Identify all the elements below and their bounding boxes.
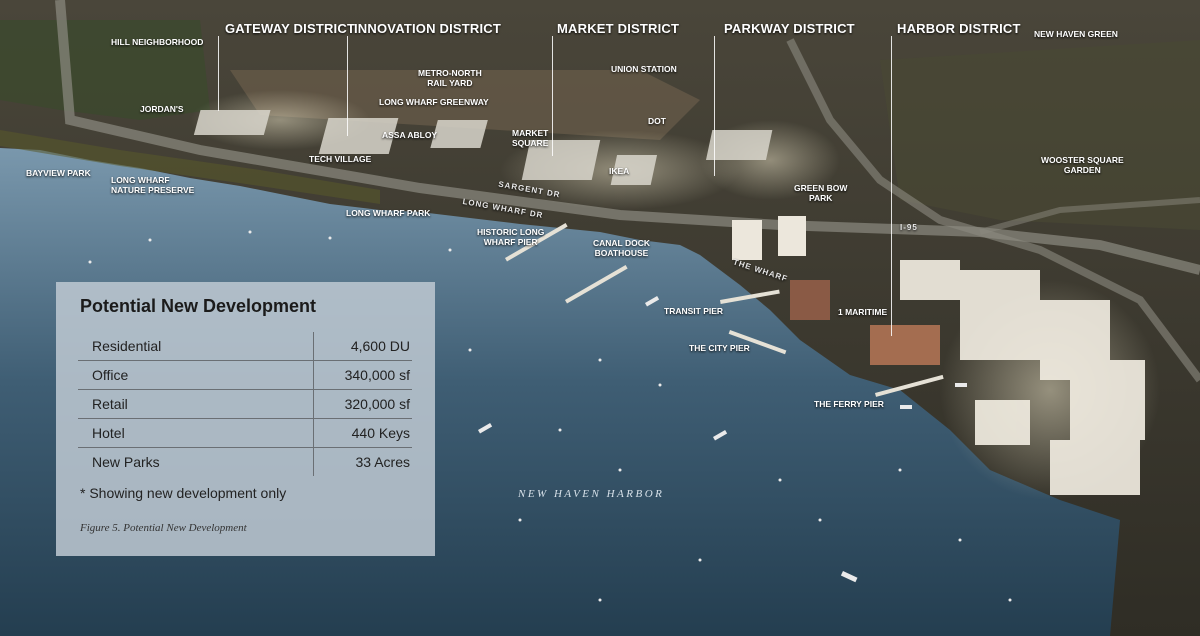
label-metro-north-line2: RAIL YARD xyxy=(427,78,473,88)
innovation-leader-line xyxy=(347,36,348,136)
row-value: 33 Acres xyxy=(313,447,412,476)
figure-caption: Figure 5. Potential New Development xyxy=(80,522,247,534)
label-market-square-line2: SQUARE xyxy=(512,138,549,148)
label-lw-preserve-line1: LONG WHARF xyxy=(111,175,170,185)
row-value: 340,000 sf xyxy=(313,360,412,390)
label-jordans: JORDAN'S xyxy=(140,104,184,114)
label-market-square-line1: MARKET xyxy=(512,128,549,138)
parkway-leader-line xyxy=(714,36,715,176)
label-green-bow-park: GREEN BOW PARK xyxy=(794,183,847,203)
street-i-95: I-95 xyxy=(900,223,918,232)
row-value: 320,000 sf xyxy=(313,389,412,419)
label-historic-long-wharf-pier: HISTORIC LONG WHARF PIER xyxy=(477,227,544,247)
table-row: New Parks 33 Acres xyxy=(78,447,412,476)
label-wooster-square-garden: WOOSTER SQUARE GARDEN xyxy=(1041,155,1124,175)
label-long-wharf-greenway: LONG WHARF GREENWAY xyxy=(379,97,489,107)
row-label: Residential xyxy=(78,332,314,361)
label-transit-pier: TRANSIT PIER xyxy=(664,306,724,316)
row-label: Office xyxy=(78,360,314,390)
market-leader-line xyxy=(552,36,553,156)
district-market: MARKET DISTRICT xyxy=(557,21,680,36)
row-label: Retail xyxy=(78,389,314,419)
row-label: Hotel xyxy=(78,418,314,448)
label-historic-pier-line1: HISTORIC LONG xyxy=(477,227,545,237)
row-label: New Parks xyxy=(92,454,160,470)
label-lw-preserve-line2: NATURE PRESERVE xyxy=(111,185,195,195)
table-row: Retail 320,000 sf xyxy=(78,389,412,419)
harbor-aerial-map: GATEWAY DISTRICT INNOVATION DISTRICT MAR… xyxy=(0,0,1200,636)
label-wooster-line2: GARDEN xyxy=(1063,165,1101,175)
row-value: 4,600 DU xyxy=(313,332,412,361)
label-assa-abloy: ASSA ABLOY xyxy=(382,130,438,140)
label-long-wharf-park: LONG WHARF PARK xyxy=(346,208,431,218)
label-metro-north: METRO-NORTH RAIL YARD xyxy=(418,68,482,88)
district-parkway: PARKWAY DISTRICT xyxy=(724,21,855,36)
label-the-ferry-pier: THE FERRY PIER xyxy=(814,399,884,409)
table-row: Hotel 440 Keys xyxy=(78,418,412,448)
label-green-bow-line1: GREEN BOW xyxy=(794,183,848,193)
label-new-haven-green: NEW HAVEN GREEN xyxy=(1034,29,1118,39)
label-new-haven-harbor: NEW HAVEN HARBOR xyxy=(518,488,665,500)
district-harbor: HARBOR DISTRICT xyxy=(897,21,1021,36)
label-long-wharf-nature-preserve: LONG WHARF NATURE PRESERVE xyxy=(111,175,194,195)
table-row: Residential 4,600 DU xyxy=(78,332,412,361)
label-union-station: UNION STATION xyxy=(611,64,677,74)
label-historic-pier-line2: WHARF PIER xyxy=(483,237,538,247)
legend-title: Potential New Development xyxy=(80,296,317,316)
district-gateway: GATEWAY DISTRICT xyxy=(225,21,356,36)
label-bayview-park: BAYVIEW PARK xyxy=(26,168,91,178)
label-the-city-pier: THE CITY PIER xyxy=(689,343,750,353)
row-value: 440 Keys xyxy=(313,418,412,448)
district-innovation: INNOVATION DISTRICT xyxy=(354,21,502,36)
label-dot: DOT xyxy=(648,116,666,126)
legend-footnote: * Showing new development only xyxy=(80,485,287,501)
label-green-bow-line2: PARK xyxy=(808,193,833,203)
development-legend-panel: Potential New Development Residential 4,… xyxy=(56,282,435,556)
label-1-maritime: 1 MARITIME xyxy=(838,307,888,317)
label-hill-neighborhood: HILL NEIGHBORHOOD xyxy=(111,37,204,47)
label-canal-dock-boathouse: CANAL DOCK BOATHOUSE xyxy=(593,238,650,258)
harbor-leader-line xyxy=(891,36,892,336)
label-canal-dock-line1: CANAL DOCK xyxy=(593,238,650,248)
table-row: Office 340,000 sf xyxy=(78,360,412,390)
label-wooster-line1: WOOSTER SQUARE xyxy=(1041,155,1124,165)
label-market-square: MARKET SQUARE xyxy=(512,128,548,148)
label-tech-village: TECH VILLAGE xyxy=(309,154,372,164)
development-table: Residential 4,600 DU Office 340,000 sf R… xyxy=(78,332,412,476)
label-canal-dock-line2: BOATHOUSE xyxy=(594,248,649,258)
label-ikea: IKEA xyxy=(609,166,630,176)
gateway-leader-line xyxy=(218,36,219,111)
label-metro-north-line1: METRO-NORTH xyxy=(418,68,482,78)
